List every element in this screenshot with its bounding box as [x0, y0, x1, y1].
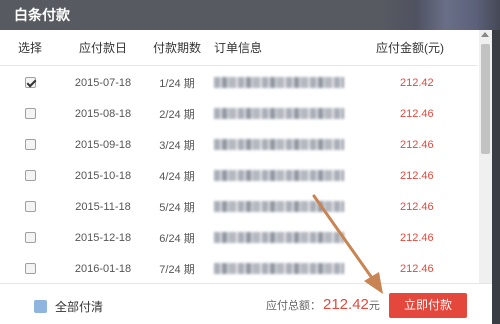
row-term: 3/24 期: [159, 139, 195, 152]
row-amount: 212.42: [400, 76, 434, 89]
row-term: 7/24 期: [159, 263, 195, 276]
header-select: 选择: [17, 41, 42, 55]
payment-dialog: 白条付款 选择 应付款日 付款期数 订单信息 应付金额(元) 2015-07-1…: [0, 0, 500, 324]
row-term: 1/24 期: [159, 77, 195, 90]
order-info-redacted: [214, 201, 344, 213]
header-order: 订单信息: [214, 41, 263, 55]
row-checkbox[interactable]: [24, 232, 36, 244]
row-due-date: 2015-08-18: [74, 107, 132, 120]
row-term: 5/24 期: [159, 201, 195, 214]
order-info-redacted: [214, 170, 344, 182]
table-row[interactable]: 2015-09-18 3/24 期 212.46: [0, 129, 478, 160]
pay-now-button[interactable]: 立即付款: [389, 293, 467, 318]
row-amount: 212.46: [400, 200, 434, 213]
row-term: 6/24 期: [159, 232, 195, 245]
row-amount: 212.46: [400, 231, 434, 244]
row-checkbox[interactable]: [24, 170, 36, 182]
row-due-date: 2015-09-18: [74, 138, 132, 151]
row-term: 4/24 期: [159, 170, 195, 183]
list-scrollbar[interactable]: [479, 30, 492, 283]
row-due-date: 2015-10-18: [74, 169, 132, 182]
window-edge: [492, 30, 500, 324]
order-info-redacted: [214, 139, 344, 151]
header-due-date: 应付款日: [78, 41, 127, 55]
scroll-up-arrow-icon[interactable]: [481, 32, 489, 37]
row-checkbox[interactable]: [24, 263, 36, 275]
pay-all-checkbox[interactable]: [34, 300, 47, 313]
table-row[interactable]: 2015-12-18 6/24 期 212.46: [0, 222, 478, 253]
pay-all-label: 全部付清: [55, 300, 104, 314]
row-checkbox[interactable]: [24, 108, 36, 120]
total-amount: 212.42: [323, 296, 369, 313]
table-row[interactable]: 2015-10-18 4/24 期 212.46: [0, 160, 478, 191]
total-unit: 元: [368, 300, 380, 312]
table-header: 选择 应付款日 付款期数 订单信息 应付金额(元): [0, 30, 478, 66]
header-term: 付款期数: [152, 41, 201, 55]
dialog-titlebar: 白条付款: [0, 0, 500, 30]
row-due-date: 2015-12-18: [74, 231, 132, 244]
order-info-redacted: [214, 263, 344, 275]
order-info-redacted: [214, 77, 344, 89]
row-amount: 212.46: [400, 262, 434, 275]
scrollbar-thumb[interactable]: [481, 44, 490, 154]
table-row[interactable]: 2015-11-18 5/24 期 212.46: [0, 191, 478, 222]
row-amount: 212.46: [400, 138, 434, 151]
row-due-date: 2015-07-18: [74, 76, 132, 89]
table-row[interactable]: 2015-07-18 1/24 期 212.42: [0, 67, 478, 98]
row-checkbox[interactable]: [24, 77, 36, 89]
dialog-footer: 全部付清 应付总额： 212.42元 立即付款: [0, 283, 492, 324]
table-row[interactable]: 2015-08-18 2/24 期 212.46: [0, 98, 478, 129]
installment-list: 2015-07-18 1/24 期 212.42 2015-08-18 2/24…: [0, 67, 478, 284]
pay-all-toggle[interactable]: 全部付清: [34, 298, 103, 315]
row-checkbox[interactable]: [24, 201, 36, 213]
dialog-title: 白条付款: [14, 7, 70, 23]
row-amount: 212.46: [400, 169, 434, 182]
row-term: 2/24 期: [159, 108, 195, 121]
total-label: 应付总额：: [266, 300, 321, 312]
row-amount: 212.46: [400, 107, 434, 120]
row-due-date: 2015-11-18: [75, 200, 131, 213]
row-checkbox[interactable]: [24, 139, 36, 151]
order-info-redacted: [214, 232, 344, 244]
total-due: 应付总额： 212.42元: [266, 296, 380, 313]
order-info-redacted: [214, 108, 344, 120]
row-due-date: 2016-01-18: [74, 262, 132, 275]
header-amount: 应付金额(元): [376, 41, 444, 55]
titlebar-decoration: [380, 0, 500, 30]
table-row[interactable]: 2016-01-18 7/24 期 212.46: [0, 253, 478, 284]
